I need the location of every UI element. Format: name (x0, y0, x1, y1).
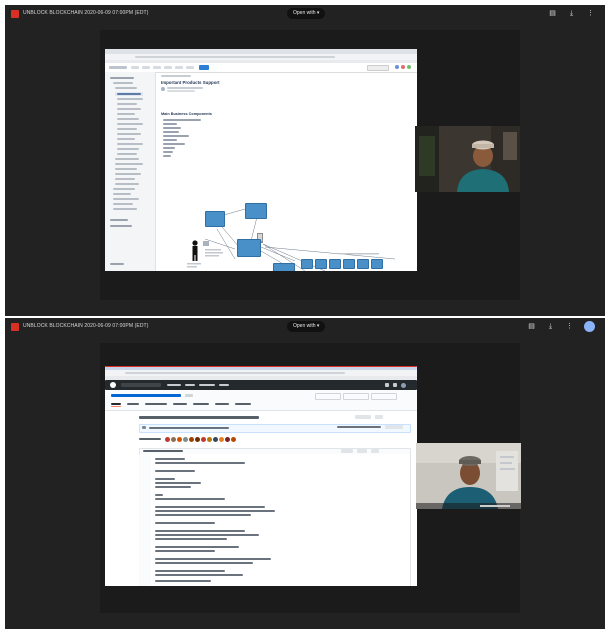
tab-insights[interactable] (235, 403, 251, 405)
participant-thumbnail (416, 443, 521, 509)
fork-button[interactable] (371, 393, 397, 400)
author-avatar (161, 87, 165, 91)
viewer-toolbar: UNBLOCK BLOCKCHAIN 2020-06-09 07:00PM (E… (5, 5, 605, 25)
line-gutter (139, 454, 151, 586)
shared-screen (105, 366, 417, 586)
diagram-node (205, 211, 225, 227)
download-icon[interactable]: ⤓ (546, 322, 555, 331)
participant-thumbnail (415, 126, 520, 192)
participants-row (139, 436, 237, 442)
code-view (139, 454, 411, 586)
search-input[interactable] (367, 65, 389, 71)
open-with-label: Open with (293, 10, 316, 16)
video-player-bottom[interactable]: UNBLOCK BLOCKCHAIN 2020-06-09 07:00PM (E… (5, 318, 605, 629)
open-with-label: Open with (293, 323, 316, 329)
github-logo-icon[interactable] (110, 382, 116, 388)
file-title: UNBLOCK BLOCKCHAIN 2020-06-09 07:00PM (E… (23, 323, 149, 329)
create-button[interactable] (199, 65, 209, 70)
section-heading: Main Business Components (161, 112, 212, 116)
tab-issues[interactable] (127, 403, 139, 405)
account-avatar-icon[interactable] (584, 321, 595, 332)
more-vert-icon[interactable]: ⋮ (565, 322, 574, 331)
diagram-node (329, 259, 341, 269)
participant-video (416, 443, 521, 509)
video-file-icon (11, 10, 19, 18)
tab-security[interactable] (215, 403, 229, 405)
breadcrumb[interactable] (161, 75, 191, 77)
avatar[interactable] (401, 383, 406, 388)
person-icon (192, 240, 198, 261)
video-player-top[interactable]: UNBLOCK BLOCKCHAIN 2020-06-09 07:00PM (E… (5, 5, 605, 316)
diagram-node (237, 239, 261, 257)
diagram-node (343, 259, 355, 269)
repo-title-link[interactable] (111, 394, 181, 397)
more-vert-icon[interactable]: ⋮ (586, 9, 595, 18)
viewer-toolbar: UNBLOCK BLOCKCHAIN 2020-06-09 07:00PM (E… (5, 318, 605, 338)
open-with-button[interactable]: Open with ▾ (287, 321, 326, 332)
diagram-node (245, 203, 267, 219)
star-button[interactable] (343, 393, 369, 400)
diagram-node (301, 259, 313, 269)
tab-projects[interactable] (193, 403, 209, 405)
tab-actions[interactable] (173, 403, 187, 405)
download-icon[interactable]: ⤓ (567, 9, 576, 18)
page-tree-sidebar (105, 72, 156, 271)
participant-video (415, 126, 520, 192)
notifications-icon[interactable] (385, 383, 389, 387)
search-input[interactable] (121, 383, 161, 387)
diagram-node (371, 259, 383, 269)
tab-code[interactable] (111, 403, 121, 405)
comment-icon[interactable]: ▤ (548, 9, 557, 18)
page-title: Important Products Support (161, 80, 220, 85)
diagram-node (315, 259, 327, 269)
plus-icon[interactable] (393, 383, 397, 387)
comment-icon[interactable]: ▤ (527, 322, 536, 331)
shared-screen: Important Products Support Main Business… (105, 49, 417, 271)
tab-pull-requests[interactable] (145, 403, 167, 405)
diagram-node (357, 259, 369, 269)
open-with-button[interactable]: Open with ▾ (287, 8, 326, 19)
diagram-node (273, 263, 295, 271)
watch-button[interactable] (315, 393, 341, 400)
commit-title (139, 416, 259, 419)
file-title: UNBLOCK BLOCKCHAIN 2020-06-09 07:00PM (E… (23, 10, 149, 16)
video-file-icon (11, 323, 19, 331)
